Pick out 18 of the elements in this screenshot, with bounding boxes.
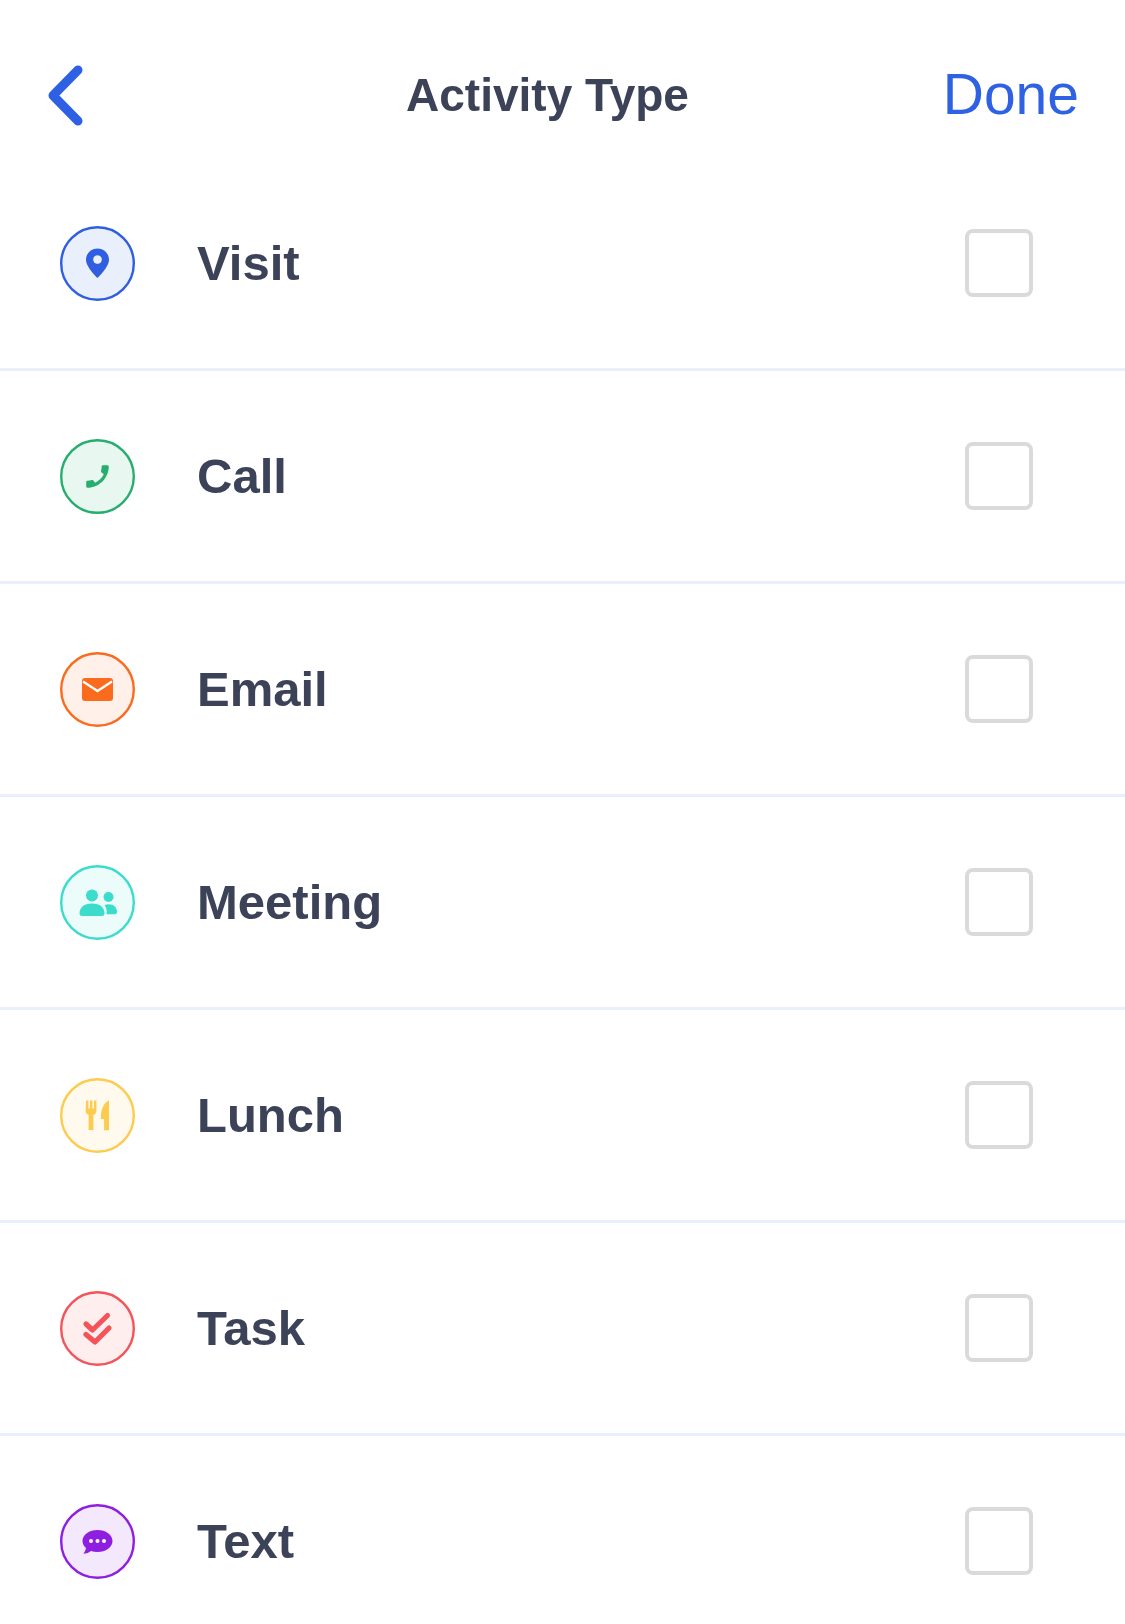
back-button[interactable] — [47, 64, 85, 126]
activity-label: Meeting — [197, 874, 383, 930]
activity-label: Task — [197, 1300, 306, 1356]
checkbox[interactable] — [965, 1507, 1033, 1575]
activity-label: Lunch — [197, 1087, 344, 1143]
checkbox[interactable] — [965, 655, 1033, 723]
activity-label: Email — [197, 661, 328, 717]
chevron-left-icon — [47, 64, 85, 126]
done-button[interactable]: Done — [942, 62, 1079, 128]
activity-label: Visit — [197, 235, 300, 291]
checkbox[interactable] — [965, 229, 1033, 297]
checkbox[interactable] — [965, 868, 1033, 936]
activity-label: Call — [197, 448, 287, 504]
checkbox[interactable] — [965, 1294, 1033, 1362]
checkbox[interactable] — [965, 1081, 1033, 1149]
screen-title: Activity Type — [406, 68, 689, 122]
activity-label: Text — [197, 1513, 295, 1569]
checkbox[interactable] — [965, 442, 1033, 510]
